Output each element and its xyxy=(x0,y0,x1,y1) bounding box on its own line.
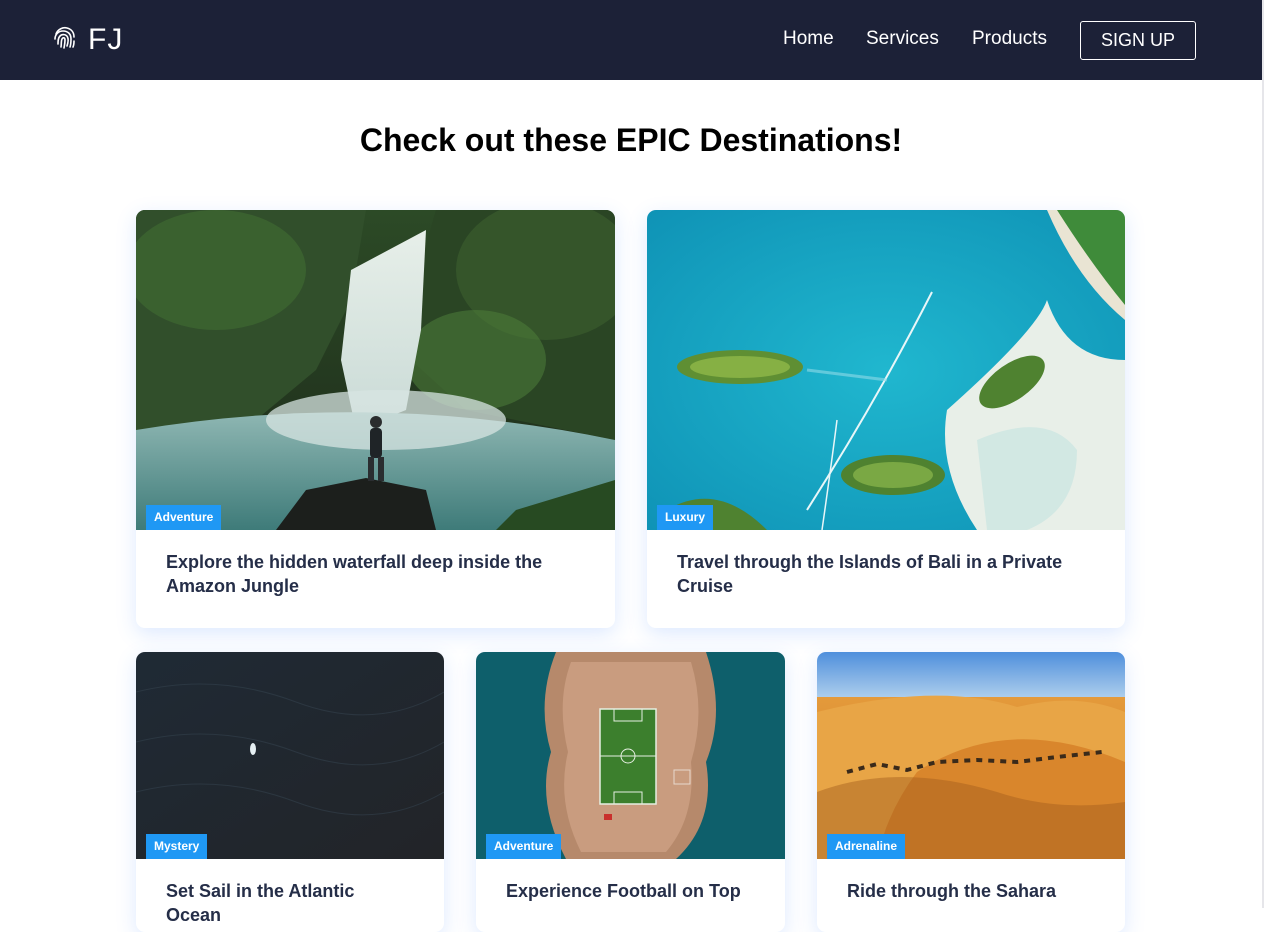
sahara-image: Adrenaline xyxy=(817,652,1125,859)
logo[interactable]: FJ xyxy=(52,20,123,60)
nav-link-services[interactable]: Services xyxy=(866,28,939,50)
card-title: Travel through the Islands of Bali in a … xyxy=(677,552,1063,596)
destination-card-ocean[interactable]: Mystery Set Sail in the Atlantic Ocean xyxy=(136,652,444,932)
card-title: Ride through the Sahara xyxy=(847,881,1057,901)
nav-link-products[interactable]: Products xyxy=(972,28,1047,50)
nav-link-home[interactable]: Home xyxy=(783,28,834,50)
destination-card-islands[interactable]: Luxury Travel through the Islands of Bal… xyxy=(647,210,1125,628)
football-island-image: Adventure xyxy=(476,652,785,859)
card-category-badge: Luxury xyxy=(657,505,714,530)
card-title: Explore the hidden waterfall deep inside… xyxy=(166,552,543,596)
islands-image: Luxury xyxy=(647,210,1125,530)
fingerprint-icon xyxy=(52,25,88,56)
card-title: Set Sail in the Atlantic Ocean xyxy=(166,881,355,925)
card-title: Experience Football on Top xyxy=(506,881,741,901)
logo-text: FJ xyxy=(88,23,124,56)
signup-button[interactable]: SIGN UP xyxy=(1080,21,1196,60)
destination-card-sahara[interactable]: Adrenaline Ride through the Sahara xyxy=(817,652,1125,932)
destination-card-waterfall[interactable]: Adventure Explore the hidden waterfall d… xyxy=(136,210,615,628)
ocean-image: Mystery xyxy=(136,652,444,859)
page-title: Check out these EPIC Destinations! xyxy=(359,122,903,158)
destination-card-football[interactable]: Adventure Experience Football on Top xyxy=(476,652,785,932)
waterfall-image: Adventure xyxy=(136,210,615,530)
card-category-badge: Adventure xyxy=(146,505,222,530)
navbar: FJ Home Services Products SIGN UP xyxy=(0,0,1262,80)
card-category-badge: Mystery xyxy=(146,834,208,859)
card-category-badge: Adventure xyxy=(486,834,562,859)
card-category-badge: Adrenaline xyxy=(827,834,906,859)
